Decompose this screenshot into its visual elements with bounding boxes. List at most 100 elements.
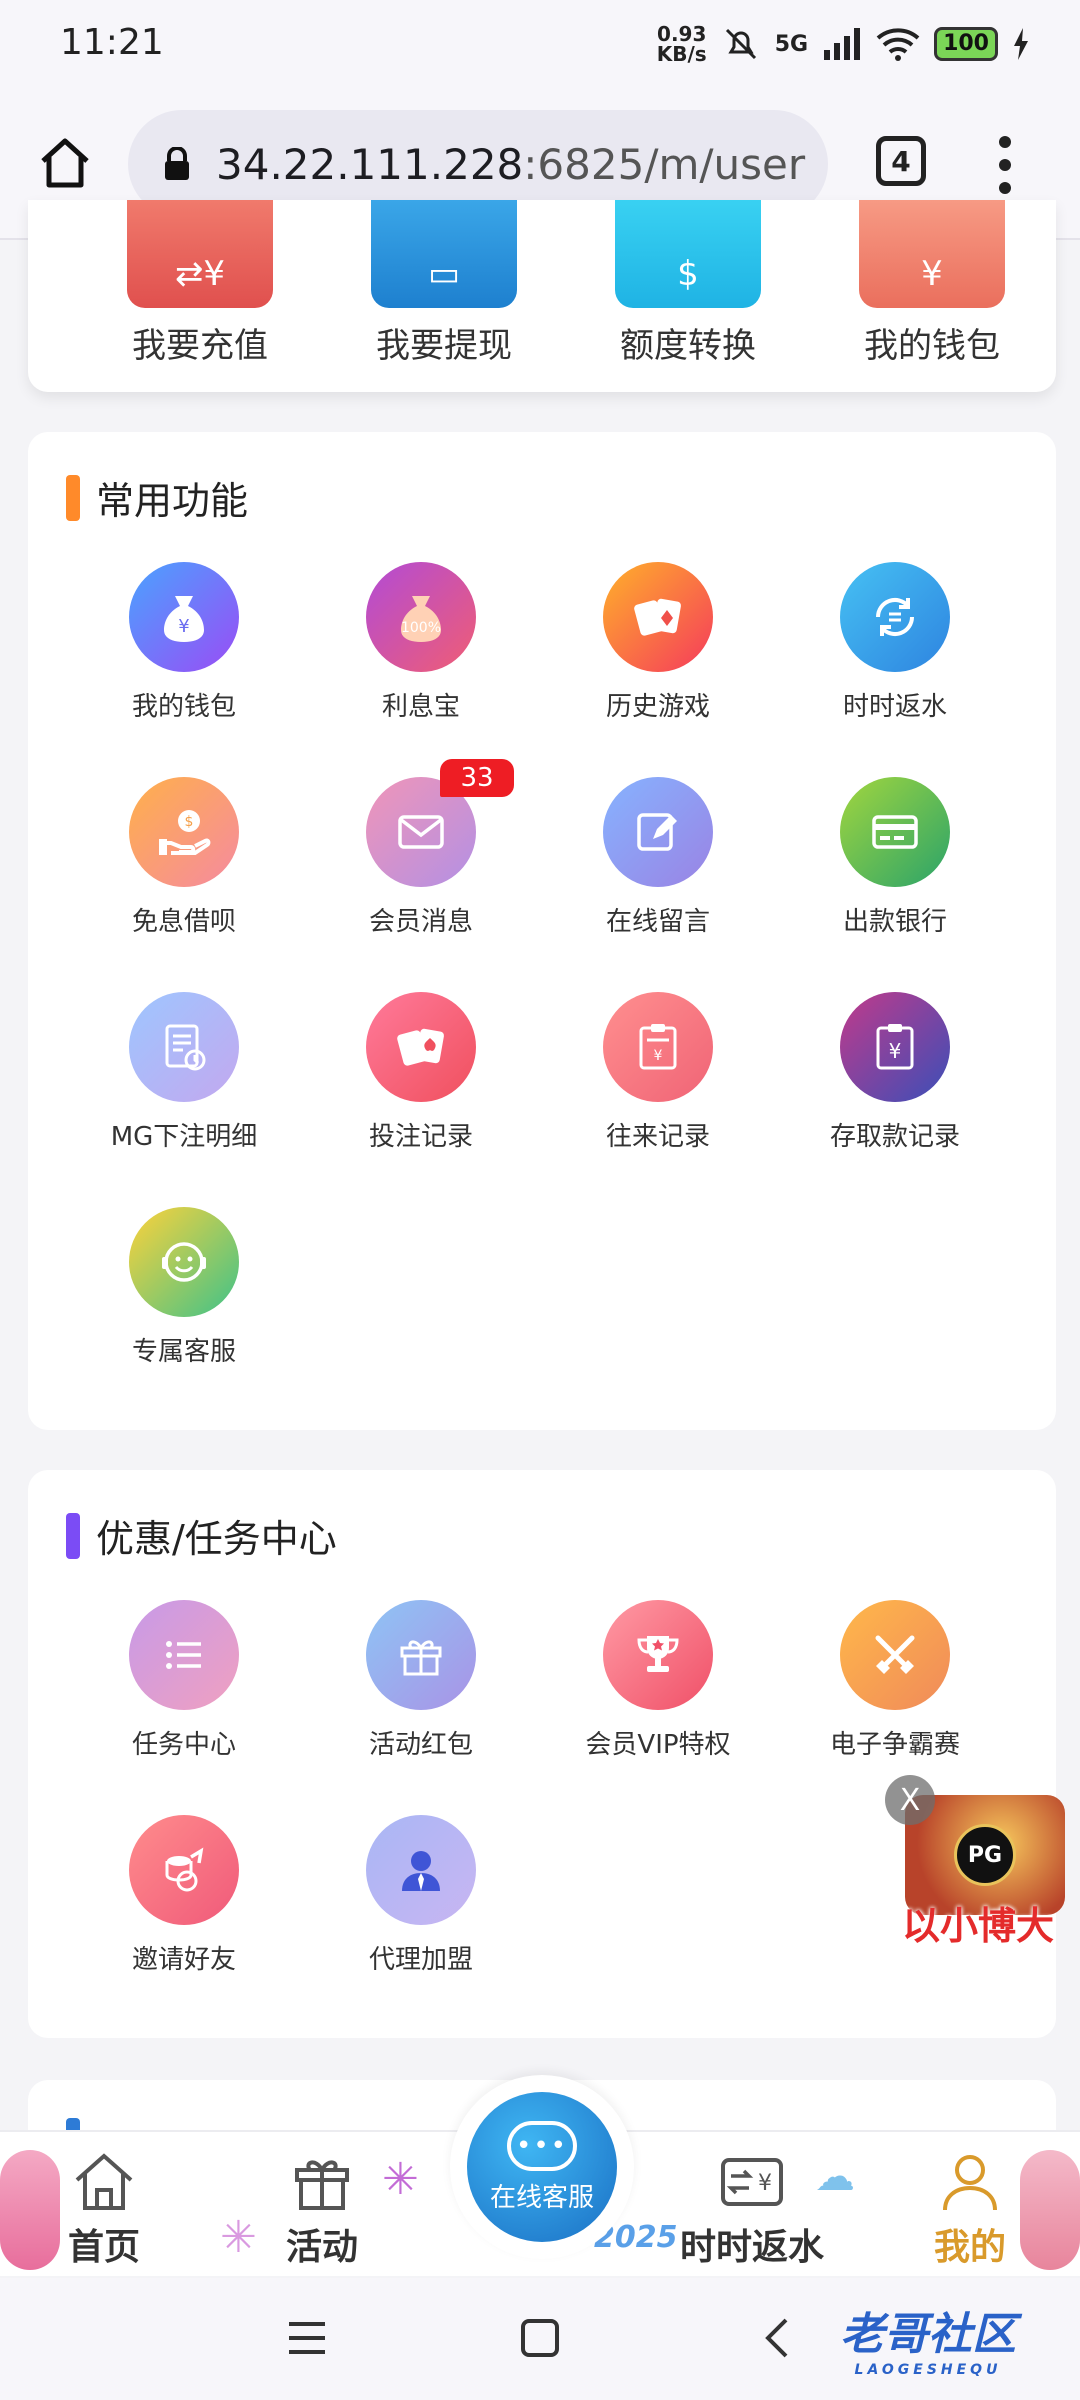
mute-bell-icon (725, 28, 756, 60)
promo-red-packet[interactable]: 活动红包 (306, 1600, 536, 1761)
my-wallet-button[interactable]: ¥ 我的钱包 (832, 200, 1032, 367)
network-type: 5G (774, 31, 809, 57)
promo-label: 活动红包 (368, 1730, 473, 1760)
func-my-wallet[interactable]: ¥ 我的钱包 (69, 562, 299, 723)
sparkle-decoration: ✳ (382, 2154, 419, 2205)
envelope-icon: 33 (366, 759, 514, 887)
nav-activities[interactable]: 活动 (286, 2150, 358, 2270)
promo-agent-join[interactable]: 代理加盟 (306, 1815, 536, 1976)
clipboard-yen-icon: ¥ (840, 992, 950, 1102)
func-label: 在线留言 (605, 907, 710, 937)
nav-label: 我的 (934, 2227, 1007, 2268)
nav-rebate[interactable]: ¥ 时时返水 (680, 2150, 824, 2270)
sparkle-decoration: ✳ (220, 2212, 257, 2263)
nav-mine[interactable]: 我的 (934, 2150, 1006, 2270)
system-navigation-bar: 老哥社区 LAOGESHEQU (0, 2278, 1080, 2400)
chat-dots-icon: ••• (507, 2120, 577, 2171)
withdraw-button[interactable]: ▭ 我要提现 (344, 200, 544, 367)
func-label: 会员消息 (368, 907, 473, 937)
snake-decoration (0, 2150, 60, 2270)
playing-cards-icon (603, 562, 713, 672)
recharge-label: 我要充值 (132, 326, 268, 366)
promo-close-button[interactable]: X (885, 1775, 935, 1825)
tab-switcher-button[interactable]: 4 (876, 136, 926, 186)
ledger-icon: ¥ (603, 992, 713, 1102)
nav-home[interactable]: 首页 (68, 2150, 140, 2270)
promo-label: 会员VIP特权 (585, 1730, 731, 1760)
promo-task-center[interactable]: 任务中心 (69, 1600, 299, 1761)
nav-label: 在线客服 (489, 2182, 594, 2213)
func-exclusive-service[interactable]: 专属客服 (69, 1207, 299, 1368)
watermark-text: 老哥社区 (840, 2309, 1016, 2360)
func-loan[interactable]: $ 免息借呗 (69, 777, 299, 938)
gift-box-icon (366, 1600, 476, 1710)
nav-online-service[interactable]: ••• 在线客服 (450, 2075, 634, 2259)
func-deposit-withdraw-records[interactable]: ¥ 存取款记录 (780, 992, 1010, 1153)
person-outline-icon (943, 2155, 997, 2211)
recharge-button[interactable]: ⇄¥ 我要充值 (100, 200, 300, 367)
net-speed: 0.93 KB/s (657, 24, 707, 64)
floating-game-promo[interactable]: PG X 以小博大 (885, 1775, 1065, 1948)
system-back-button[interactable] (752, 2308, 802, 2368)
func-transaction-records[interactable]: ¥ 往来记录 (543, 992, 773, 1153)
money-bag-icon: ¥ (129, 562, 239, 672)
func-label: 历史游戏 (605, 692, 710, 722)
lock-icon (165, 147, 189, 180)
func-label: 往来记录 (605, 1122, 710, 1152)
promo-label: 电子争霸赛 (829, 1730, 960, 1760)
status-icons: 0.93 KB/s 5G 100 (657, 24, 1030, 64)
func-rebate[interactable]: 时时返水 (780, 562, 1010, 723)
cloud-decoration: ☁ (815, 2154, 855, 2200)
watermark-logo: 老哥社区 LAOGESHEQU (840, 2298, 1016, 2378)
invite-share-icon (129, 1815, 239, 1925)
title-accent-bar (66, 474, 80, 521)
unread-badge: 33 (440, 759, 514, 797)
bank-card-icon (840, 777, 950, 887)
withdraw-icon: ▭ (371, 200, 517, 308)
func-game-history[interactable]: 历史游戏 (543, 562, 773, 723)
func-label: MG下注明细 (110, 1122, 258, 1152)
func-label: 出款银行 (842, 907, 947, 937)
rebate-icon: ¥ (721, 2158, 783, 2206)
promo-invite-friends[interactable]: 邀请好友 (69, 1815, 299, 1976)
transfer-label: 额度转换 (620, 326, 756, 366)
func-mg-bets[interactable]: MG下注明细 (69, 992, 299, 1153)
battery-indicator: 100 (934, 27, 998, 61)
status-bar: 11:21 0.93 KB/s 5G 100 (0, 0, 1080, 90)
transfer-button[interactable]: $ 额度转换 (588, 200, 788, 367)
recharge-icon: ⇄¥ (127, 200, 273, 308)
svg-text:$: $ (185, 814, 194, 830)
gift-outline-icon (295, 2160, 349, 2210)
promo-slogan: 以小博大 (901, 1904, 1054, 1948)
nav-label: 首页 (68, 2227, 141, 2268)
interest-glyph: 100% (401, 620, 441, 636)
edit-note-icon (603, 777, 713, 887)
section-title: 优惠/任务中心 (66, 1508, 337, 1563)
func-payout-bank[interactable]: 出款银行 (780, 777, 1010, 938)
browser-home-button[interactable] (30, 128, 100, 198)
interest-bag-icon: 100% (366, 562, 476, 672)
func-interest[interactable]: 100% 利息宝 (306, 562, 536, 723)
url-path: :6825/m/user (523, 139, 806, 189)
func-messages[interactable]: 33 会员消息 (306, 759, 536, 938)
func-label: 时时返水 (842, 692, 947, 722)
recent-apps-button[interactable] (282, 2308, 332, 2368)
system-home-button[interactable] (515, 2308, 565, 2368)
promo-e-sports-tournament[interactable]: 电子争霸赛 (780, 1600, 1010, 1761)
svg-text:¥: ¥ (758, 2171, 772, 2196)
browser-menu-button[interactable] (990, 130, 1020, 200)
promo-label: 邀请好友 (131, 1945, 236, 1975)
promo-center-title: 优惠/任务中心 (96, 1517, 337, 1561)
common-functions-section: 常用功能 ¥ 我的钱包 100% 利息宝 历史游戏 时时返水 $ 免息借呗 33… (28, 432, 1056, 1430)
net-speed-unit: KB/s (656, 42, 707, 66)
func-bet-records[interactable]: 投注记录 (306, 992, 536, 1153)
promo-vip-privileges[interactable]: 会员VIP特权 (543, 1600, 773, 1761)
nav-label: 活动 (286, 2227, 359, 2268)
svg-text:¥: ¥ (889, 1039, 902, 1063)
rebate-cycle-icon (840, 562, 950, 672)
charging-icon (1014, 28, 1028, 60)
home-icon (41, 138, 89, 188)
func-label: 我的钱包 (131, 692, 236, 722)
clock: 11:21 (60, 22, 164, 63)
func-online-message[interactable]: 在线留言 (543, 777, 773, 938)
